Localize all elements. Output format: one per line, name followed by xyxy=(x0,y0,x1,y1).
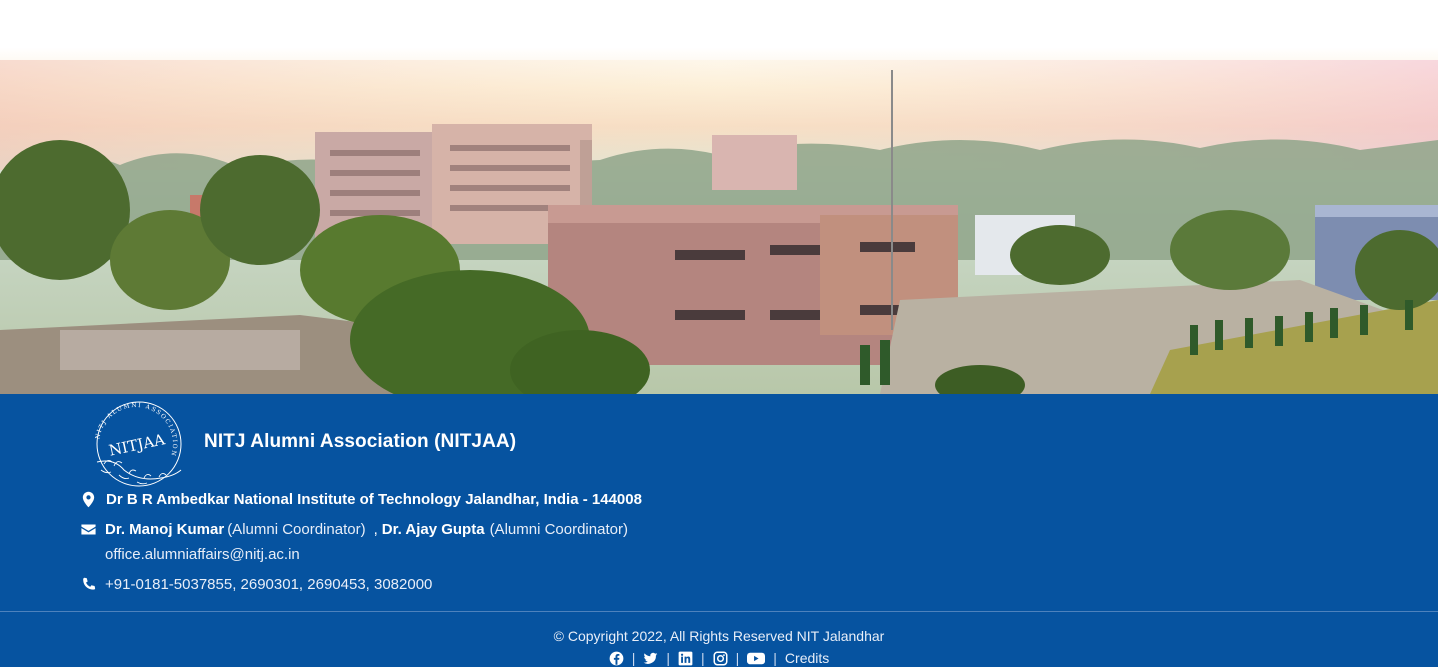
org-name: NITJ Alumni Association (NITJAA) xyxy=(204,431,517,452)
site-footer: NITJ ALUMNI ASSOCIATION NITJAA NITJ Alum… xyxy=(0,394,1438,667)
address-text: Dr B R Ambedkar National Institute of Te… xyxy=(106,491,642,508)
instagram-icon[interactable] xyxy=(713,651,728,666)
nitjaa-logo: NITJ ALUMNI ASSOCIATION NITJAA xyxy=(89,400,183,488)
contact2-role: (Alumni Coordinator) xyxy=(489,521,628,538)
footer-divider xyxy=(0,611,1438,612)
credits-link[interactable]: Credits xyxy=(785,650,829,666)
youtube-icon[interactable] xyxy=(747,651,766,666)
contact-separator: , xyxy=(373,521,378,538)
contact1-name: Dr. Manoj Kumar xyxy=(105,521,225,538)
email-link[interactable]: office.alumniaffairs@nitj.ac.in xyxy=(105,546,300,563)
location-pin-icon xyxy=(80,491,97,508)
social-separator: | xyxy=(701,650,705,666)
contacts-row: Dr. Manoj Kumar (Alumni Coordinator) , D… xyxy=(80,521,628,538)
logo-text: NITJAA xyxy=(107,430,166,459)
address-row: Dr B R Ambedkar National Institute of Te… xyxy=(80,491,642,508)
envelope-icon xyxy=(80,521,97,538)
copyright-text: © Copyright 2022, All Rights Reserved NI… xyxy=(553,628,885,644)
social-separator: | xyxy=(666,650,670,666)
twitter-icon[interactable] xyxy=(643,651,658,666)
phone-icon xyxy=(80,576,97,593)
social-separator: | xyxy=(631,650,636,666)
linkedin-icon[interactable] xyxy=(678,651,693,666)
social-separator: | xyxy=(735,650,740,666)
phone-row: +91-0181-5037855, 2690301, 2690453, 3082… xyxy=(80,576,432,593)
contact1-role: (Alumni Coordinator) xyxy=(227,521,366,538)
contact2-name: Dr. Ajay Gupta xyxy=(381,521,485,538)
facebook-icon[interactable] xyxy=(609,651,624,666)
campus-banner-image xyxy=(0,0,1438,394)
social-links: | | | | | Credits xyxy=(0,650,1438,666)
phone-numbers: +91-0181-5037855, 2690301, 2690453, 3082… xyxy=(105,576,433,593)
social-separator: | xyxy=(773,650,777,666)
